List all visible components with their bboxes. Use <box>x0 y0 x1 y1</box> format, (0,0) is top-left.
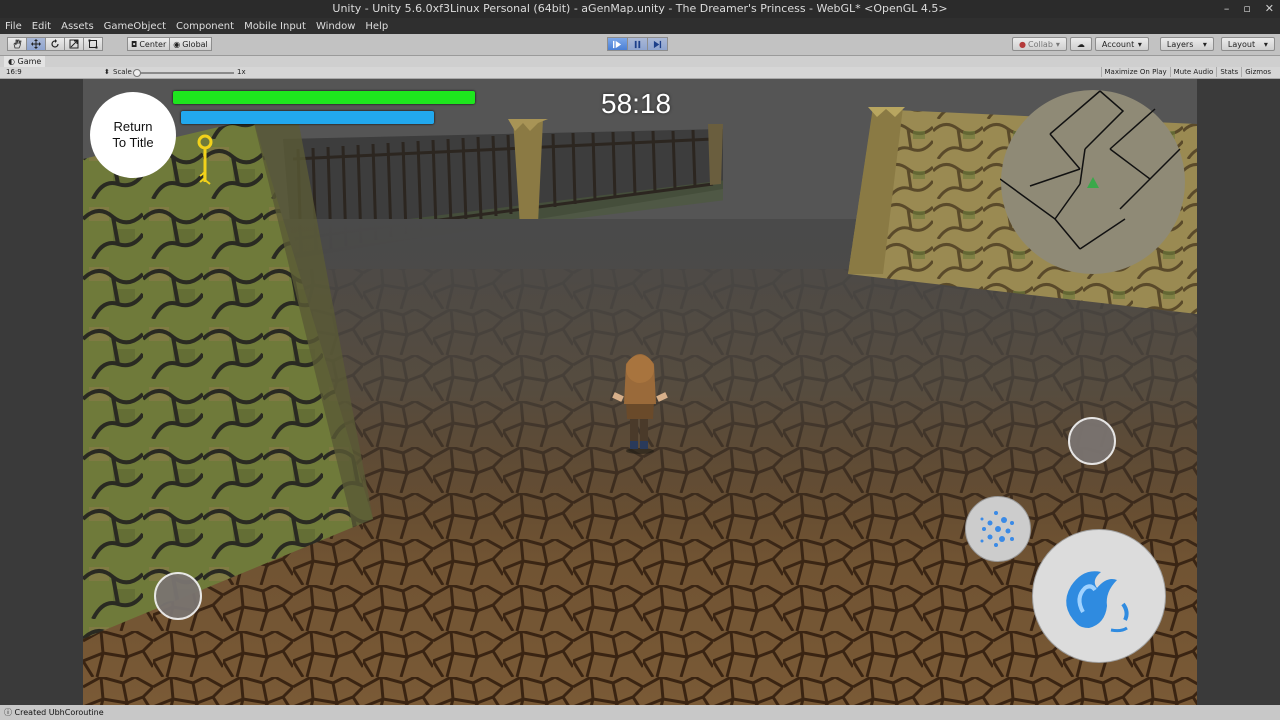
scale-tool-button[interactable] <box>64 37 84 51</box>
playmode-group <box>607 37 668 51</box>
maximize-button[interactable]: ▫ <box>1243 0 1250 18</box>
layout-dropdown[interactable]: Layout ▾ <box>1220 37 1275 51</box>
chevron-down-icon: ▾ <box>1137 39 1142 49</box>
rotate-icon <box>51 39 59 48</box>
pivot-label: Center <box>139 39 167 49</box>
menu-mobile-input[interactable]: Mobile Input <box>239 21 311 32</box>
move-tool-button[interactable] <box>26 37 46 51</box>
maximize-on-play-toggle[interactable]: Maximize On Play <box>1100 67 1170 77</box>
stats-toggle[interactable]: Stats <box>1216 67 1241 77</box>
water-drop-icon <box>1066 571 1129 633</box>
move-arrows-icon <box>31 39 41 49</box>
chevron-down-icon: ▾ <box>1055 39 1060 49</box>
pivot-group: ◘ Center ◉ Global <box>127 37 212 51</box>
menu-file[interactable]: File <box>0 21 27 32</box>
play-button[interactable] <box>607 37 628 51</box>
menu-component[interactable]: Component <box>171 21 239 32</box>
camera-joystick[interactable] <box>1068 417 1116 465</box>
pivot-center-button[interactable]: ◘ Center <box>127 37 171 51</box>
rotate-tool-button[interactable] <box>45 37 65 51</box>
scale-label: Scale <box>113 68 132 76</box>
mute-audio-toggle[interactable]: Mute Audio <box>1169 67 1217 77</box>
aspect-dropdown[interactable]: 16:9 <box>6 68 22 76</box>
close-button[interactable]: ✕ <box>1265 0 1274 18</box>
game-icon: ◐ <box>8 57 18 66</box>
gizmos-dropdown[interactable]: Gizmos <box>1241 67 1274 77</box>
game-view-controls: 16:9 ⬍ Scale 1x Maximize On Play Mute Au… <box>0 67 1280 79</box>
layers-label: Layers <box>1166 39 1194 49</box>
info-icon: ⓘ <box>4 708 12 717</box>
tab-game-label: Game <box>17 57 42 66</box>
step-icon <box>653 40 662 48</box>
step-button[interactable] <box>647 37 668 51</box>
hand-icon <box>13 39 22 49</box>
hand-tool-button[interactable] <box>7 37 27 51</box>
status-message[interactable]: Created UbhCoroutine <box>15 708 104 717</box>
transform-tools <box>7 37 103 51</box>
window-title: Unity - Unity 5.6.0xf3Linux Personal (64… <box>332 2 948 15</box>
skill-water-button[interactable] <box>1032 529 1166 663</box>
chevron-down-icon: ▾ <box>1202 39 1207 49</box>
tab-game[interactable]: ◐ Game <box>4 56 46 67</box>
pivot-space-button[interactable]: ◉ Global <box>169 37 212 51</box>
mana-bar <box>181 111 434 124</box>
right-toolbar: ● Collab ▾ ☁ Account ▾ Layers ▾ Layout ▾ <box>1008 37 1275 51</box>
account-label: Account <box>1101 39 1135 49</box>
menu-bar: File Edit Assets GameObject Component Mo… <box>0 18 1280 34</box>
pause-button[interactable] <box>627 37 648 51</box>
health-bar-fill <box>173 91 475 104</box>
chevron-down-icon: ⬍ <box>104 68 110 76</box>
pause-icon <box>634 40 641 48</box>
rect-tool-button[interactable] <box>83 37 103 51</box>
scale-icon <box>69 39 79 49</box>
chevron-down-icon: ▾ <box>1263 39 1268 49</box>
game-viewport[interactable]: Return To Title 58:18 <box>83 79 1197 705</box>
editor-toolbar: ◘ Center ◉ Global ● Collab ▾ ☁ Account ▾ <box>0 34 1280 56</box>
status-bar: ⓘ Created UbhCoroutine <box>0 705 1280 720</box>
play-icon <box>613 40 622 48</box>
collab-icon: ● <box>1019 39 1026 49</box>
water-swirl-icon <box>980 511 1014 547</box>
layers-dropdown[interactable]: Layers ▾ <box>1159 37 1214 51</box>
minimap <box>1000 90 1185 274</box>
countdown-timer: 58:18 <box>601 88 672 119</box>
key-icon <box>197 134 213 185</box>
scale-value: 1x <box>237 68 246 76</box>
menu-edit[interactable]: Edit <box>27 21 56 32</box>
menu-gameobject[interactable]: GameObject <box>99 21 171 32</box>
mana-bar-fill <box>181 111 434 124</box>
skill-swirl-button[interactable] <box>965 496 1031 562</box>
menu-help[interactable]: Help <box>360 21 393 32</box>
menu-assets[interactable]: Assets <box>56 21 99 32</box>
pivot-icon: ◘ <box>131 39 138 49</box>
minimize-button[interactable]: – <box>1224 0 1230 18</box>
cloud-icon: ☁ <box>1076 39 1085 49</box>
collab-label: Collab <box>1027 39 1053 49</box>
space-label: Global <box>182 39 208 49</box>
rect-tool-icon <box>88 39 98 49</box>
move-joystick[interactable] <box>154 572 202 620</box>
collab-button[interactable]: ● Collab ▾ <box>1012 37 1067 51</box>
health-bar <box>173 91 475 104</box>
menu-window[interactable]: Window <box>311 21 360 32</box>
scale-slider-track[interactable] <box>134 72 234 74</box>
return-to-title-button[interactable]: Return To Title <box>90 92 176 178</box>
return-to-title-label: Return To Title <box>112 119 154 150</box>
window-title-bar: Unity - Unity 5.6.0xf3Linux Personal (64… <box>0 0 1280 18</box>
cloud-button[interactable]: ☁ <box>1069 37 1092 51</box>
scale-slider-handle[interactable] <box>133 69 141 77</box>
account-dropdown[interactable]: Account ▾ <box>1094 37 1149 51</box>
layout-label: Layout <box>1227 39 1256 49</box>
game-tab-strip: ◐ Game <box>0 56 1280 67</box>
globe-icon: ◉ <box>173 39 181 49</box>
